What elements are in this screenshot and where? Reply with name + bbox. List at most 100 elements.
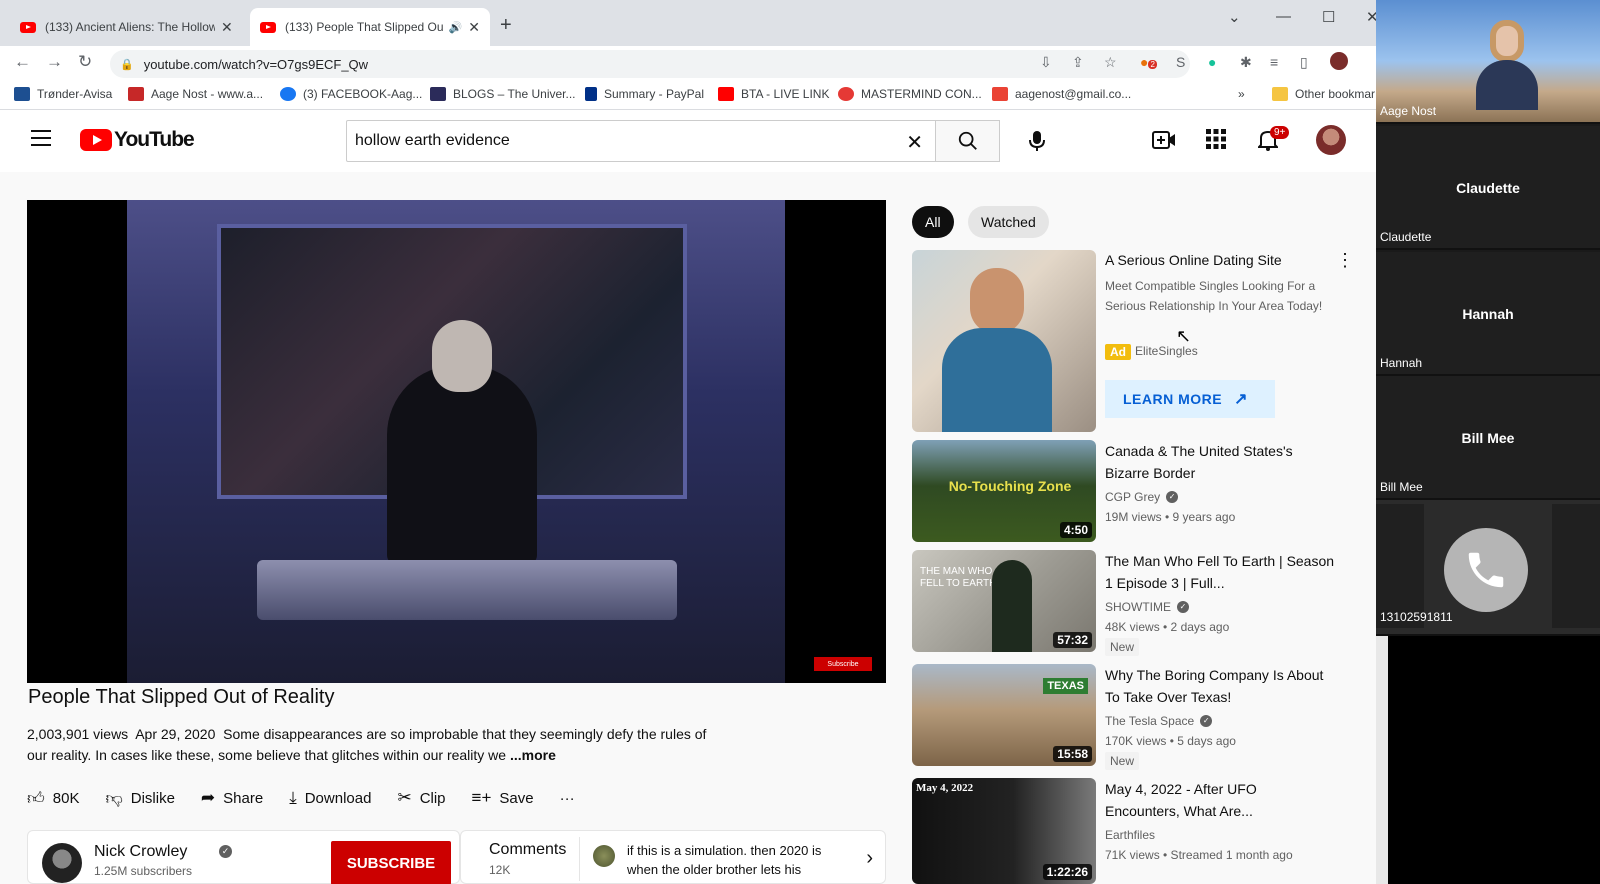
ad-thumbnail[interactable] <box>912 250 1096 432</box>
video-description[interactable]: 2,003,901 views Apr 29, 2020 Some disapp… <box>27 724 727 766</box>
s-extension-icon[interactable]: S <box>1176 54 1185 70</box>
comments-teaser[interactable]: Comments 12K if this is a simulation. th… <box>460 830 886 884</box>
channel-name[interactable]: Nick Crowley <box>94 843 187 861</box>
related-channel[interactable]: The Tesla Space ✓ <box>1105 714 1213 728</box>
ad-title[interactable]: A Serious Online Dating Site <box>1105 252 1282 268</box>
share-page-icon[interactable]: ⇪ <box>1072 54 1084 71</box>
close-window-button[interactable]: ✕ <box>1366 8 1376 26</box>
other-bookmarks-folder[interactable]: Other bookmar <box>1272 87 1375 101</box>
thumbs-up-icon: 👍︎ <box>27 788 45 808</box>
participant-tile-self[interactable]: Aage Nost <box>1376 0 1600 124</box>
minimize-button[interactable]: — <box>1276 8 1291 25</box>
related-title[interactable]: May 4, 2022 - After UFO Encounters, What… <box>1105 778 1335 822</box>
download-button[interactable]: ⤓ Download <box>289 788 371 808</box>
microphone-icon <box>1029 131 1045 151</box>
close-tab-icon[interactable]: ✕ <box>468 19 480 36</box>
address-bar[interactable]: 🔒 youtube.com/watch?v=O7gs9ECF_Qw <box>110 50 1190 78</box>
chevron-right-icon[interactable]: › <box>866 847 873 870</box>
participant-tile[interactable]: Hannah Hannah <box>1376 252 1600 376</box>
save-button[interactable]: ≡+ Save <box>472 788 534 808</box>
video-title: People That Slipped Out of Reality <box>28 686 335 708</box>
related-thumbnail[interactable]: TEXAS 15:58 <box>912 664 1096 766</box>
extension-icon[interactable]: ● 2 <box>1140 54 1157 70</box>
bookmark-item[interactable]: BTA - LIVE LINK <box>718 87 829 101</box>
related-title[interactable]: Why The Boring Company Is About To Take … <box>1105 664 1335 708</box>
account-avatar[interactable] <box>1316 125 1346 155</box>
related-title[interactable]: The Man Who Fell To Earth | Season 1 Epi… <box>1105 550 1335 594</box>
related-meta: 170K views • 5 days ago <box>1105 734 1236 748</box>
participant-tile[interactable]: Claudette Claudette <box>1376 126 1600 250</box>
youtube-logo[interactable]: YouTube <box>80 128 195 152</box>
show-more-link[interactable]: ...more <box>510 747 556 763</box>
related-channel[interactable]: SHOWTIME ✓ <box>1105 600 1189 614</box>
channel-card: Nick Crowley ✓ 1.25M subscribers SUBSCRI… <box>27 830 460 884</box>
like-count: 80K <box>52 789 80 807</box>
menu-icon[interactable] <box>31 130 51 146</box>
back-button[interactable]: ← <box>14 52 31 72</box>
voice-search-button[interactable] <box>1022 126 1052 156</box>
bookmark-item[interactable]: BLOGS – The Univer... <box>430 87 576 101</box>
tab-people-slipped[interactable]: (133) People That Slipped Ou 🔊 ✕ <box>250 8 490 46</box>
bookmark-item[interactable]: MASTERMIND CON... <box>838 87 982 101</box>
bookmark-label: BLOGS – The Univer... <box>453 87 576 101</box>
like-button[interactable]: 👍︎ 80K <box>27 788 79 809</box>
search-input[interactable]: hollow earth evidence ✕ <box>346 120 936 162</box>
related-title[interactable]: Canada & The United States's Bizarre Bor… <box>1105 440 1335 484</box>
bookmark-star-icon[interactable]: ☆ <box>1104 54 1117 71</box>
extension-badge: 2 <box>1148 60 1157 69</box>
close-tab-icon[interactable]: ✕ <box>221 19 233 36</box>
video-player[interactable]: Subscribe <box>27 200 886 683</box>
profile-avatar-icon[interactable] <box>1330 52 1348 70</box>
learn-more-button[interactable]: LEARN MORE ↗ <box>1105 380 1275 418</box>
apps-grid-icon[interactable] <box>1206 129 1226 154</box>
participant-label: Bill Mee <box>1380 480 1423 494</box>
search-button[interactable] <box>935 120 1000 162</box>
reload-button[interactable]: ↻ <box>78 52 92 72</box>
related-channel[interactable]: Earthfiles <box>1105 828 1155 842</box>
reading-list-icon[interactable]: ≡ <box>1270 54 1278 70</box>
grammarly-icon[interactable]: ● <box>1208 54 1216 70</box>
bookmark-item[interactable]: Aage Nost - www.a... <box>128 87 263 101</box>
video-call-panel: Aage Nost Claudette Claudette Hannah Han… <box>1376 0 1600 636</box>
bookmark-item[interactable]: Summary - PayPal <box>585 87 704 101</box>
video-actions: 👍︎ 80K 👎︎ Dislike ➦ Share ⤓ Download ✂ Clip ≡… <box>27 780 601 816</box>
related-thumbnail[interactable]: May 4, 2022 1:22:26 <box>912 778 1096 884</box>
search-icon <box>958 131 977 150</box>
chip-all[interactable]: All <box>912 206 954 238</box>
new-tab-button[interactable]: + <box>500 14 512 37</box>
maximize-button[interactable]: ☐ <box>1322 8 1335 26</box>
tab-ancient-aliens[interactable]: (133) Ancient Aliens: The Hollow ✕ <box>10 8 250 46</box>
channel-avatar[interactable] <box>42 843 82 883</box>
side-panel-icon[interactable]: ▯ <box>1300 54 1308 71</box>
related-thumbnail[interactable]: No-Touching Zone 4:50 <box>912 440 1096 542</box>
participant-name: Hannah <box>1462 306 1514 322</box>
tab-search-icon[interactable]: ⌄ <box>1228 8 1241 26</box>
install-icon[interactable]: ⇩ <box>1040 54 1052 71</box>
participant-tile-phone[interactable]: 13102591811 <box>1376 500 1600 636</box>
clear-search-icon[interactable]: ✕ <box>906 130 923 155</box>
bookmark-favicon-icon <box>430 87 446 101</box>
chip-watched[interactable]: Watched <box>968 206 1049 238</box>
puzzle-extensions-icon[interactable]: ✱ <box>1240 54 1252 71</box>
bookmark-label: Summary - PayPal <box>604 87 705 101</box>
related-thumbnail[interactable]: THE MAN WHO FELL TO EARTH 57:32 <box>912 550 1096 652</box>
related-channel[interactable]: CGP Grey ✓ <box>1105 490 1179 504</box>
participant-tile[interactable]: Bill Mee Bill Mee <box>1376 376 1600 500</box>
player-subscribe-watermark[interactable]: Subscribe <box>814 657 872 671</box>
forward-button[interactable]: → <box>46 52 63 72</box>
bookmark-item[interactable]: aagenost@gmail.co... <box>992 87 1131 101</box>
thumbnail-figure <box>992 560 1032 652</box>
bookmark-item[interactable]: (3) FACEBOOK-Aag... <box>280 87 422 101</box>
audio-playing-icon[interactable]: 🔊 <box>449 21 463 34</box>
dislike-button[interactable]: 👎︎ Dislike <box>105 788 174 809</box>
more-actions-icon[interactable]: ··· <box>560 790 575 807</box>
clip-label: Clip <box>419 789 446 807</box>
share-button[interactable]: ➦ Share <box>201 788 263 808</box>
clip-button[interactable]: ✂ Clip <box>397 788 445 808</box>
create-video-icon[interactable] <box>1152 129 1176 156</box>
more-vert-icon[interactable]: ⋮ <box>1336 250 1354 271</box>
subscribe-button[interactable]: SUBSCRIBE <box>331 841 451 884</box>
more-bookmarks-icon[interactable]: » <box>1238 87 1245 101</box>
news-anchor <box>387 365 537 565</box>
bookmark-item[interactable]: Trønder-Avisa <box>14 87 112 101</box>
